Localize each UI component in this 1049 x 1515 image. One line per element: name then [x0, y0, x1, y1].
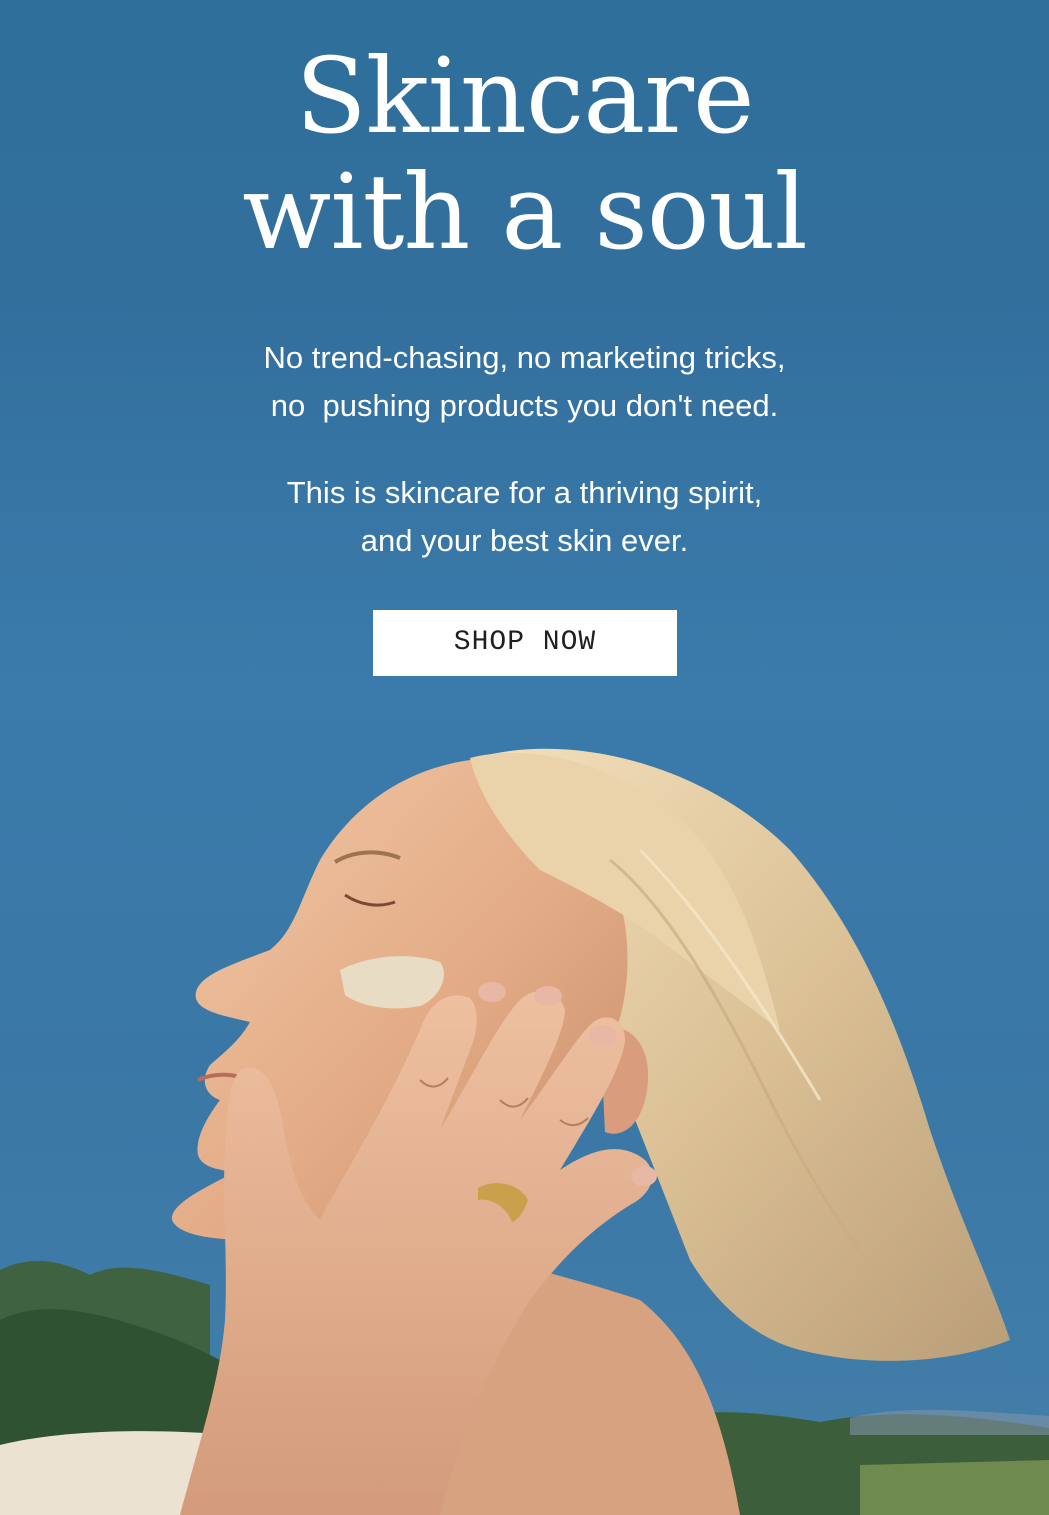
tagline-line-1: This is skincare for a thriving spirit,	[286, 475, 763, 510]
hero-banner: Skincare with a soul No trend-chasing, n…	[0, 0, 1049, 1515]
headline-line-2: with a soul	[242, 151, 807, 273]
intro-line-1: No trend-chasing, no marketing tricks,	[263, 340, 786, 375]
shop-now-button[interactable]: SHOP NOW	[373, 610, 677, 676]
headline-line-1: Skincare	[295, 35, 754, 157]
intro-text: No trend-chasing, no marketing tricks, n…	[0, 334, 1049, 430]
tagline-text: This is skincare for a thriving spirit, …	[0, 469, 1049, 565]
intro-line-2: no pushing products you don't need.	[270, 388, 779, 423]
tagline-line-2: and your best skin ever.	[360, 523, 689, 558]
hero-photo-woman-applying-sunscreen	[0, 748, 1049, 1515]
hero-headline: Skincare with a soul	[0, 38, 1049, 270]
